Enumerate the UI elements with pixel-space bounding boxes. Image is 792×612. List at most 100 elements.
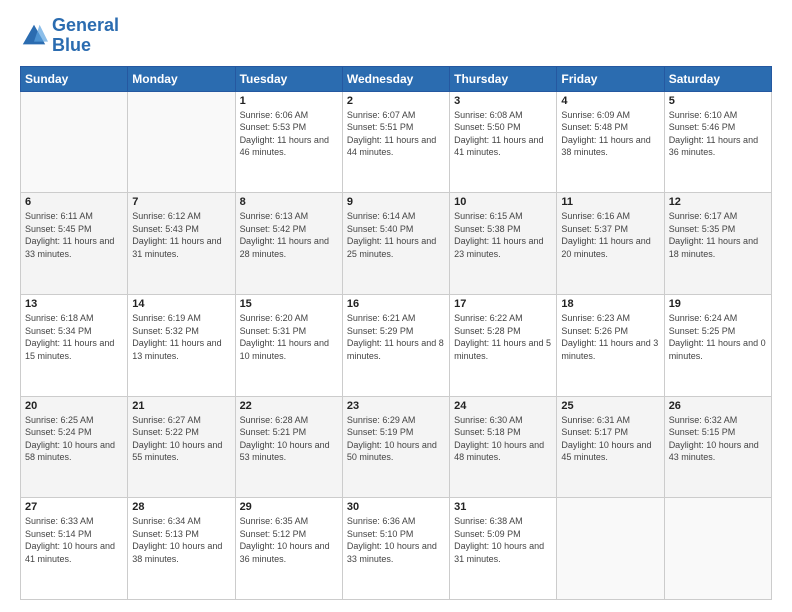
- day-info: Sunrise: 6:18 AMSunset: 5:34 PMDaylight:…: [25, 312, 123, 362]
- day-info: Sunrise: 6:30 AMSunset: 5:18 PMDaylight:…: [454, 414, 552, 464]
- calendar-cell: 6Sunrise: 6:11 AMSunset: 5:45 PMDaylight…: [21, 193, 128, 295]
- day-number: 13: [25, 298, 123, 310]
- calendar-header-row: SundayMondayTuesdayWednesdayThursdayFrid…: [21, 66, 772, 91]
- day-number: 5: [669, 95, 767, 107]
- day-info: Sunrise: 6:24 AMSunset: 5:25 PMDaylight:…: [669, 312, 767, 362]
- day-number: 11: [561, 196, 659, 208]
- day-number: 19: [669, 298, 767, 310]
- day-info: Sunrise: 6:36 AMSunset: 5:10 PMDaylight:…: [347, 515, 445, 565]
- day-number: 6: [25, 196, 123, 208]
- day-number: 18: [561, 298, 659, 310]
- calendar-cell: 3 Sunrise: 6:08 AMSunset: 5:50 PMDaylight…: [450, 91, 557, 193]
- calendar-cell: 16Sunrise: 6:21 AMSunset: 5:29 PMDayligh…: [342, 294, 449, 396]
- calendar-cell: 17 Sunrise: 6:22 AMSunset: 5:28 PMDayligh…: [450, 294, 557, 396]
- calendar-cell: 5 Sunrise: 6:10 AMSunset: 5:46 PMDaylight…: [664, 91, 771, 193]
- calendar-cell: 27 Sunrise: 6:33 AMSunset: 5:14 PMDayligh…: [21, 498, 128, 600]
- header: General Blue: [20, 16, 772, 56]
- calendar-day-header: Saturday: [664, 66, 771, 91]
- calendar-cell: [664, 498, 771, 600]
- day-info: Sunrise: 6:20 AMSunset: 5:31 PMDaylight:…: [240, 312, 338, 362]
- day-number: 30: [347, 501, 445, 513]
- calendar-cell: [557, 498, 664, 600]
- day-number: 1: [240, 95, 338, 107]
- calendar-cell: 19 Sunrise: 6:24 AMSunset: 5:25 PMDayligh…: [664, 294, 771, 396]
- day-info: Sunrise: 6:09 AMSunset: 5:48 PMDaylight:…: [561, 109, 659, 159]
- calendar-cell: 8 Sunrise: 6:13 AMSunset: 5:42 PMDaylight…: [235, 193, 342, 295]
- day-info: Sunrise: 6:10 AMSunset: 5:46 PMDaylight:…: [669, 109, 767, 159]
- calendar-table: SundayMondayTuesdayWednesdayThursdayFrid…: [20, 66, 772, 600]
- calendar-day-header: Friday: [557, 66, 664, 91]
- logo-text: General Blue: [52, 16, 119, 56]
- calendar-week-row: 6Sunrise: 6:11 AMSunset: 5:45 PMDaylight…: [21, 193, 772, 295]
- calendar-cell: 11 Sunrise: 6:16 AMSunset: 5:37 PMDayligh…: [557, 193, 664, 295]
- day-info: Sunrise: 6:15 AMSunset: 5:38 PMDaylight:…: [454, 210, 552, 260]
- day-number: 27: [25, 501, 123, 513]
- calendar-cell: 20Sunrise: 6:25 AMSunset: 5:24 PMDayligh…: [21, 396, 128, 498]
- calendar-cell: [21, 91, 128, 193]
- calendar-cell: 2Sunrise: 6:07 AMSunset: 5:51 PMDaylight…: [342, 91, 449, 193]
- calendar-cell: [128, 91, 235, 193]
- day-number: 3: [454, 95, 552, 107]
- day-info: Sunrise: 6:33 AMSunset: 5:14 PMDaylight:…: [25, 515, 123, 565]
- calendar-day-header: Wednesday: [342, 66, 449, 91]
- day-number: 12: [669, 196, 767, 208]
- calendar-cell: 30 Sunrise: 6:36 AMSunset: 5:10 PMDayligh…: [342, 498, 449, 600]
- calendar-cell: 31 Sunrise: 6:38 AMSunset: 5:09 PMDayligh…: [450, 498, 557, 600]
- calendar-cell: 7Sunrise: 6:12 AMSunset: 5:43 PMDaylight…: [128, 193, 235, 295]
- day-info: Sunrise: 6:14 AMSunset: 5:40 PMDaylight:…: [347, 210, 445, 260]
- calendar-cell: 24 Sunrise: 6:30 AMSunset: 5:18 PMDayligh…: [450, 396, 557, 498]
- day-number: 31: [454, 501, 552, 513]
- day-number: 9: [347, 196, 445, 208]
- day-info: Sunrise: 6:13 AMSunset: 5:42 PMDaylight:…: [240, 210, 338, 260]
- calendar-cell: 10 Sunrise: 6:15 AMSunset: 5:38 PMDayligh…: [450, 193, 557, 295]
- day-info: Sunrise: 6:07 AMSunset: 5:51 PMDaylight:…: [347, 109, 445, 159]
- day-number: 25: [561, 400, 659, 412]
- calendar-week-row: 20Sunrise: 6:25 AMSunset: 5:24 PMDayligh…: [21, 396, 772, 498]
- calendar-day-header: Thursday: [450, 66, 557, 91]
- day-number: 14: [132, 298, 230, 310]
- day-number: 23: [347, 400, 445, 412]
- calendar-cell: 13 Sunrise: 6:18 AMSunset: 5:34 PMDayligh…: [21, 294, 128, 396]
- calendar-cell: 21 Sunrise: 6:27 AMSunset: 5:22 PMDayligh…: [128, 396, 235, 498]
- calendar-cell: 25 Sunrise: 6:31 AMSunset: 5:17 PMDayligh…: [557, 396, 664, 498]
- calendar-cell: 29Sunrise: 6:35 AMSunset: 5:12 PMDayligh…: [235, 498, 342, 600]
- day-info: Sunrise: 6:08 AMSunset: 5:50 PMDaylight:…: [454, 109, 552, 159]
- day-number: 26: [669, 400, 767, 412]
- calendar-cell: 9 Sunrise: 6:14 AMSunset: 5:40 PMDaylight…: [342, 193, 449, 295]
- day-info: Sunrise: 6:31 AMSunset: 5:17 PMDaylight:…: [561, 414, 659, 464]
- calendar-week-row: 27 Sunrise: 6:33 AMSunset: 5:14 PMDayligh…: [21, 498, 772, 600]
- day-number: 24: [454, 400, 552, 412]
- day-number: 4: [561, 95, 659, 107]
- calendar-cell: 26 Sunrise: 6:32 AMSunset: 5:15 PMDayligh…: [664, 396, 771, 498]
- calendar-cell: 1 Sunrise: 6:06 AMSunset: 5:53 PMDaylight…: [235, 91, 342, 193]
- day-info: Sunrise: 6:16 AMSunset: 5:37 PMDaylight:…: [561, 210, 659, 260]
- day-info: Sunrise: 6:38 AMSunset: 5:09 PMDaylight:…: [454, 515, 552, 565]
- day-info: Sunrise: 6:12 AMSunset: 5:43 PMDaylight:…: [132, 210, 230, 260]
- day-info: Sunrise: 6:27 AMSunset: 5:22 PMDaylight:…: [132, 414, 230, 464]
- day-info: Sunrise: 6:22 AMSunset: 5:28 PMDaylight:…: [454, 312, 552, 362]
- calendar-cell: 14 Sunrise: 6:19 AMSunset: 5:32 PMDayligh…: [128, 294, 235, 396]
- calendar-cell: 22 Sunrise: 6:28 AMSunset: 5:21 PMDayligh…: [235, 396, 342, 498]
- day-info: Sunrise: 6:19 AMSunset: 5:32 PMDaylight:…: [132, 312, 230, 362]
- day-info: Sunrise: 6:28 AMSunset: 5:21 PMDaylight:…: [240, 414, 338, 464]
- page: General Blue SundayMondayTuesdayWednesda…: [0, 0, 792, 612]
- day-number: 17: [454, 298, 552, 310]
- day-number: 16: [347, 298, 445, 310]
- day-number: 8: [240, 196, 338, 208]
- day-number: 22: [240, 400, 338, 412]
- logo: General Blue: [20, 16, 119, 56]
- calendar-week-row: 1 Sunrise: 6:06 AMSunset: 5:53 PMDaylight…: [21, 91, 772, 193]
- calendar-cell: 15 Sunrise: 6:20 AMSunset: 5:31 PMDayligh…: [235, 294, 342, 396]
- day-info: Sunrise: 6:34 AMSunset: 5:13 PMDaylight:…: [132, 515, 230, 565]
- day-info: Sunrise: 6:35 AMSunset: 5:12 PMDaylight:…: [240, 515, 338, 565]
- calendar-cell: 28 Sunrise: 6:34 AMSunset: 5:13 PMDayligh…: [128, 498, 235, 600]
- day-number: 15: [240, 298, 338, 310]
- day-info: Sunrise: 6:23 AMSunset: 5:26 PMDaylight:…: [561, 312, 659, 362]
- calendar-cell: 18 Sunrise: 6:23 AMSunset: 5:26 PMDayligh…: [557, 294, 664, 396]
- day-number: 28: [132, 501, 230, 513]
- day-info: Sunrise: 6:29 AMSunset: 5:19 PMDaylight:…: [347, 414, 445, 464]
- day-info: Sunrise: 6:06 AMSunset: 5:53 PMDaylight:…: [240, 109, 338, 159]
- day-number: 21: [132, 400, 230, 412]
- day-info: Sunrise: 6:32 AMSunset: 5:15 PMDaylight:…: [669, 414, 767, 464]
- day-number: 10: [454, 196, 552, 208]
